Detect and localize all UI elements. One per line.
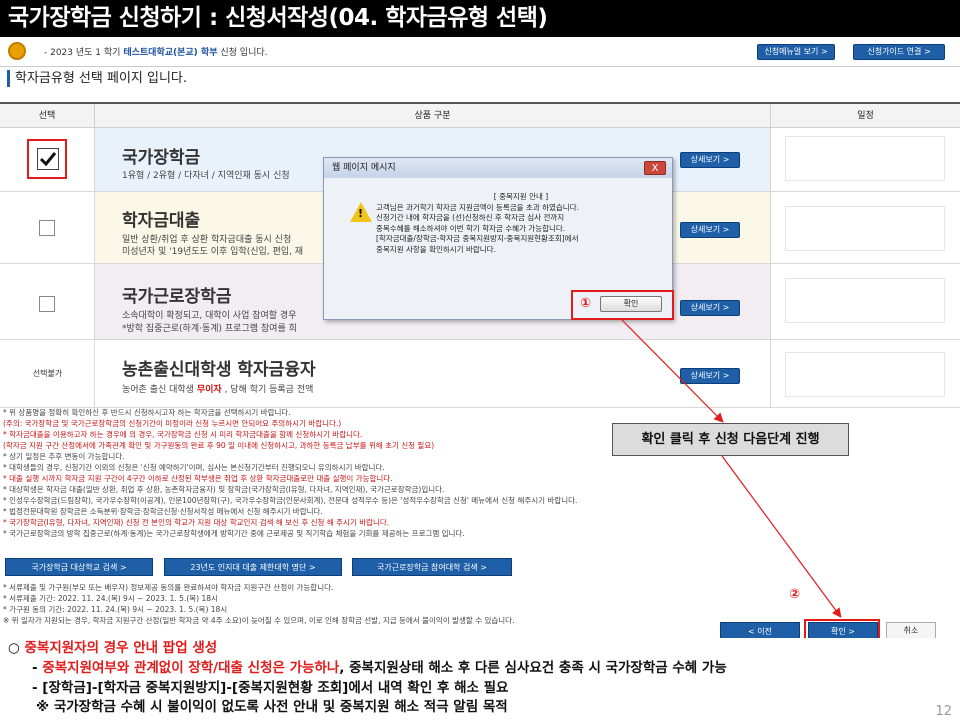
summary-line-1: ○ 중복지원자의 경우 안내 팝업 생성 bbox=[8, 639, 217, 658]
summary-line-2: - 중복지원여부와 관계없이 장학/대출 신청은 가능하나, 중복지원상태 해소… bbox=[32, 659, 727, 678]
arrow-lines bbox=[621, 319, 842, 618]
summary-line-4: ※ 국가장학금 수혜 시 불이익이 없도록 사전 안내 및 중복지원 해소 적극… bbox=[36, 699, 508, 715]
summary-headline: 중복지원자의 경우 안내 팝업 생성 bbox=[24, 640, 218, 656]
summary-line-3: - [장학금]-[학자금 중복지원방지]-[중복지원현황 조회]에서 내역 확인… bbox=[32, 680, 509, 696]
page-number: 12 bbox=[935, 704, 952, 719]
summary-highlight: 중복지원여부와 관계없이 장학/대출 신청은 가능하나 bbox=[42, 660, 340, 676]
dash: - bbox=[32, 660, 43, 676]
arrow-to-next bbox=[721, 455, 842, 618]
arrow-to-callout bbox=[621, 319, 724, 423]
summary-tail: , 중복지원상태 해소 후 다른 심사요건 충족 시 국가장학금 수혜 가능 bbox=[339, 660, 727, 676]
slide: 국가장학금 신청하기 : 신청서작성(04. 학자금유형 선택) - 2023 … bbox=[0, 0, 960, 720]
marker-2: ② bbox=[789, 587, 801, 602]
bullet: ○ bbox=[8, 640, 25, 656]
instruction-callout: 확인 클릭 후 신청 다음단계 진행 bbox=[612, 423, 849, 456]
summary-block: ○ 중복지원자의 경우 안내 팝업 생성 - 중복지원여부와 관계없이 장학/대… bbox=[0, 638, 960, 720]
